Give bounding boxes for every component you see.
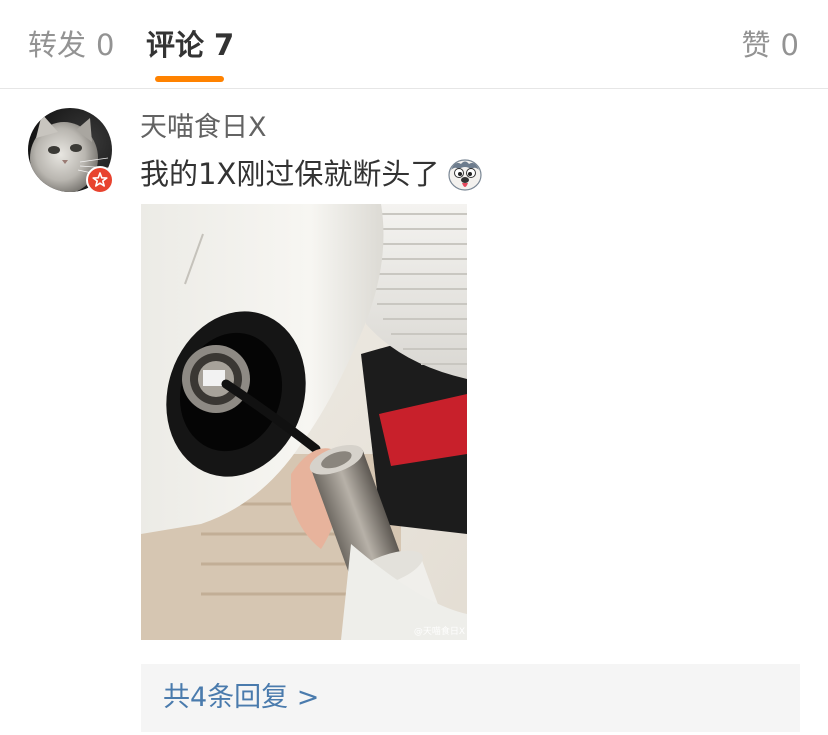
tab-comments-count: 7 bbox=[214, 28, 235, 62]
view-replies-button[interactable]: 共4条回复 > bbox=[141, 664, 800, 732]
comment-photo[interactable]: @天喵食日X bbox=[141, 204, 467, 640]
tab-likes-label: 赞 bbox=[741, 28, 771, 62]
tab-comments-label: 评论 bbox=[146, 28, 205, 62]
tab-bar: 转发 0 评论 7 赞0 bbox=[0, 0, 828, 89]
active-tab-indicator bbox=[155, 76, 224, 82]
comment-body: 我的1X刚过保就断头了 bbox=[140, 157, 440, 191]
doge-tongue-emoji-icon bbox=[447, 156, 483, 192]
comment-text: 我的1X刚过保就断头了 bbox=[140, 154, 483, 194]
tab-repost[interactable]: 转发 0 bbox=[28, 26, 114, 64]
tab-likes-count: 0 bbox=[780, 28, 799, 62]
broken-fan-photo-image bbox=[141, 204, 467, 640]
tab-likes[interactable]: 赞0 bbox=[742, 26, 799, 64]
tab-comments[interactable]: 评论 7 bbox=[146, 26, 234, 64]
view-replies-label: 共4条回复 > bbox=[163, 682, 320, 713]
verified-badge-icon bbox=[86, 166, 114, 194]
photo-watermark: @天喵食日X bbox=[413, 627, 465, 637]
comment-username[interactable]: 天喵食日X bbox=[140, 110, 267, 146]
tab-repost-count: 0 bbox=[96, 28, 115, 62]
tab-repost-label: 转发 bbox=[28, 28, 87, 62]
